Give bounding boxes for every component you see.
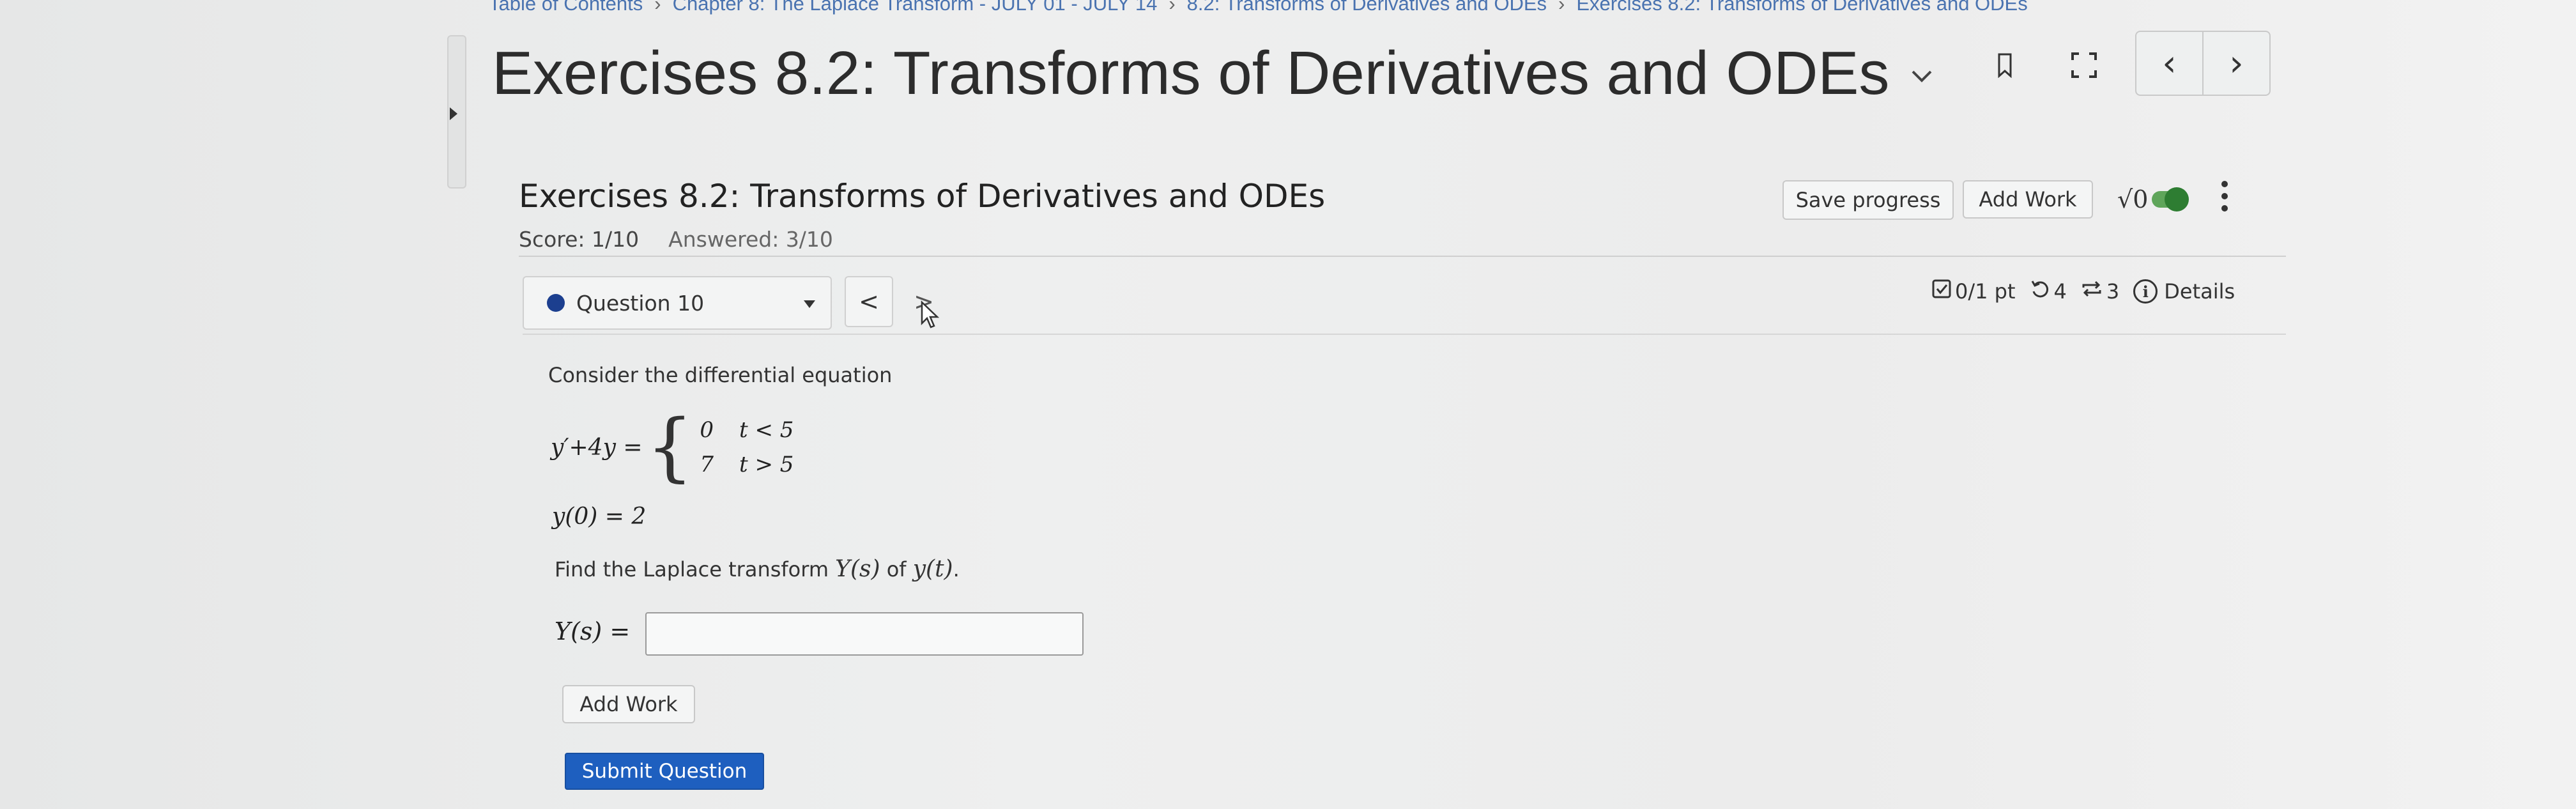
find-prefix: Find the Laplace transform: [555, 557, 836, 582]
mouse-cursor-icon: [920, 300, 940, 330]
case-row: 0 t < 5: [700, 417, 793, 443]
initial-condition: y(0) = 2: [552, 504, 647, 530]
points-text: 0/1 pt: [1955, 279, 2016, 304]
caret-down-icon: [804, 300, 815, 308]
breadcrumb-separator: ›: [1558, 0, 1565, 15]
toggle-switch: [2152, 187, 2189, 212]
differential-equation: y′+4y = { 0 t < 5 7 t > 5: [551, 409, 793, 486]
sqrt-icon: √0: [2117, 185, 2149, 213]
divider: [523, 334, 2286, 335]
bookmark-icon[interactable]: [1992, 46, 2018, 84]
attempts-count: 3: [2106, 279, 2120, 304]
find-mid: of: [880, 557, 913, 582]
case-condition: t > 5: [739, 452, 794, 477]
answer-label: Y(s) =: [555, 617, 631, 645]
answer-input[interactable]: [645, 612, 1084, 656]
breadcrumb-current[interactable]: Exercises 8.2: Transforms of Derivatives…: [1576, 0, 2027, 15]
find-Y: Y(s): [835, 556, 880, 582]
case-value: 7: [700, 452, 714, 477]
case-row: 7 t > 5: [700, 452, 793, 477]
info-icon: i: [2133, 279, 2158, 304]
submit-question-button[interactable]: Submit Question: [565, 753, 764, 790]
breadcrumb-separator: ›: [1169, 0, 1176, 15]
case-value: 0: [700, 417, 714, 443]
question-prompt: Consider the differential equation: [548, 363, 893, 387]
prev-question-button[interactable]: <: [845, 276, 893, 327]
equation-lhs: y′+4y =: [551, 434, 643, 461]
case-condition: t < 5: [739, 417, 794, 443]
repeat-icon: [2081, 279, 2103, 304]
page-title-dropdown[interactable]: Exercises 8.2: Transforms of Derivatives…: [492, 38, 1933, 109]
checkbox-icon: [1932, 279, 1951, 304]
fullscreen-icon[interactable]: [2065, 46, 2103, 84]
divider: [519, 256, 2286, 257]
retries-indicator: 4: [2030, 279, 2067, 304]
caret-right-icon: [450, 107, 457, 120]
retries-count: 4: [2053, 279, 2067, 304]
math-input-toggle[interactable]: √0: [2117, 180, 2189, 219]
score-line: Score: 1/10 Answered: 3/10: [519, 227, 833, 252]
piecewise-cases: 0 t < 5 7 t > 5: [700, 417, 793, 477]
retry-icon: [2030, 279, 2050, 304]
prev-page-button[interactable]: ‹: [2136, 32, 2202, 95]
next-page-button[interactable]: ›: [2202, 32, 2269, 95]
left-brace: {: [646, 404, 694, 490]
question-status-dot: [547, 294, 565, 312]
find-instruction: Find the Laplace transform Y(s) of y(t).: [555, 556, 960, 582]
page-background: [0, 0, 2576, 809]
question-select-label: Question 10: [576, 290, 705, 316]
points-indicator: 0/1 pt: [1932, 279, 2016, 304]
page-title: Exercises 8.2: Transforms of Derivatives…: [492, 39, 1890, 107]
add-work-button[interactable]: Add Work: [1963, 180, 2093, 219]
question-meta: 0/1 pt 4 3 i Details: [1932, 279, 2249, 304]
breadcrumb: Table of Contents › Chapter 8: The Laplace…: [489, 0, 2028, 15]
breadcrumb-separator: ›: [654, 0, 661, 15]
answered-text: Answered: 3/10: [668, 227, 833, 252]
details-button[interactable]: i Details: [2133, 279, 2235, 304]
find-y: y(t): [912, 556, 953, 582]
question-select[interactable]: Question 10: [523, 276, 832, 330]
find-suffix: .: [953, 557, 960, 582]
score-text: Score: 1/10: [519, 227, 640, 252]
assignment-title: Exercises 8.2: Transforms of Derivatives…: [519, 178, 1326, 215]
breadcrumb-chapter[interactable]: Chapter 8: The Laplace Transform - JULY …: [673, 0, 1158, 15]
attempts-indicator: 3: [2081, 279, 2119, 304]
add-work-button[interactable]: Add Work: [562, 685, 695, 723]
page-nav-group: ‹ ›: [2135, 31, 2271, 96]
save-progress-button[interactable]: Save progress: [1782, 180, 1954, 220]
chevron-down-icon: [1911, 58, 1933, 90]
toggle-knob: [2165, 187, 2189, 212]
details-label: Details: [2164, 279, 2235, 304]
breadcrumb-section[interactable]: 8.2: Transforms of Derivatives and ODEs: [1187, 0, 1547, 15]
breadcrumb-table-of-contents[interactable]: Table of Contents: [489, 0, 643, 15]
more-options-icon[interactable]: [2221, 180, 2228, 220]
